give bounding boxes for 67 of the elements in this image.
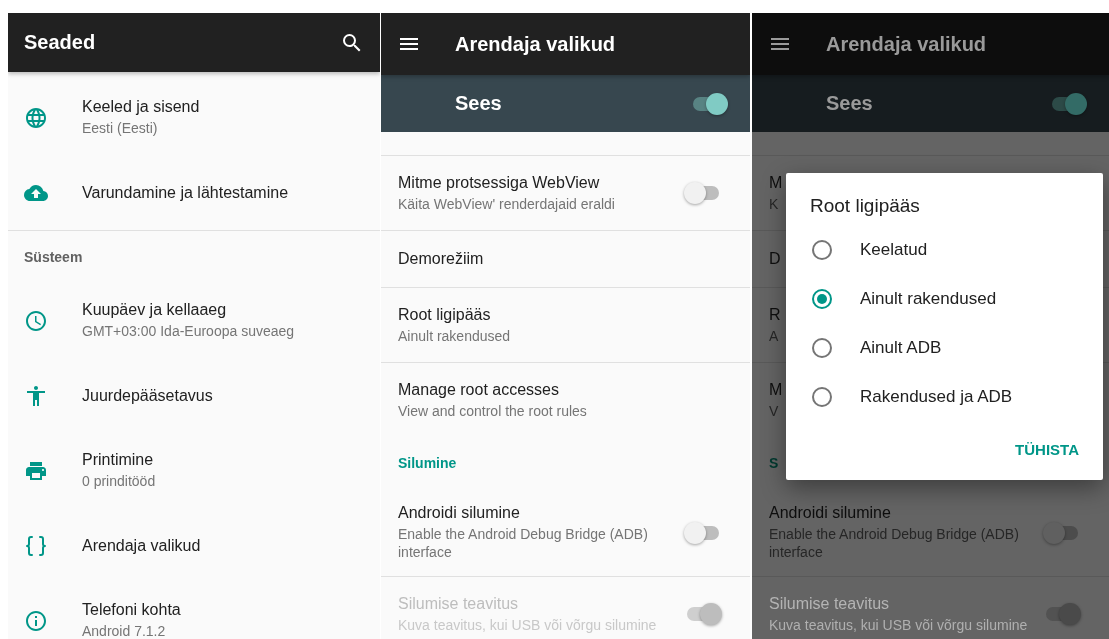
item-subtitle: Ainult rakendused bbox=[398, 326, 511, 345]
item-title: Mitme protsessiga WebView bbox=[398, 173, 600, 192]
master-switch-label: Sees bbox=[455, 92, 503, 115]
settings-item[interactable]: Androidi silumine Enable the Android Debug Bridge (ADB) interface bbox=[381, 489, 750, 576]
item-subtitle: V bbox=[769, 401, 779, 420]
item-title: Silumise teavitus bbox=[769, 594, 890, 613]
settings-item[interactable]: Telefoni kohta Android 7.1.2 bbox=[8, 583, 380, 639]
radio-button[interactable] bbox=[812, 239, 832, 260]
settings-item[interactable]: Demorežiim bbox=[381, 230, 750, 287]
item-subtitle: Enable the Android Debug Bridge (ADB) interface bbox=[398, 525, 649, 561]
radio-button[interactable] bbox=[812, 386, 832, 407]
settings-item[interactable]: Manage root accesses View and control the root rules bbox=[381, 362, 750, 437]
cancel-button[interactable]: TÜHISTA bbox=[1007, 435, 1087, 464]
item-title: Root ligipääs bbox=[398, 305, 491, 324]
item-title: Manage root accesses bbox=[398, 380, 559, 399]
item-title: Silumise teavitus bbox=[398, 594, 519, 613]
item-subtitle: View and control the root rules bbox=[398, 401, 587, 420]
item-title: Keeled ja sisend bbox=[82, 98, 200, 116]
item-title: Demorežiim bbox=[398, 250, 484, 268]
braces-icon bbox=[24, 533, 48, 558]
master-switch-label: Sees bbox=[826, 92, 874, 115]
settings-item[interactable]: Printimine 0 prinditööd bbox=[8, 433, 380, 508]
item-title: Telefoni kohta bbox=[82, 601, 181, 619]
item-title: M bbox=[769, 173, 783, 192]
item-title: Androidi silumine bbox=[769, 504, 891, 522]
item-subtitle: K bbox=[769, 194, 779, 213]
item-subtitle: 0 prinditööd bbox=[82, 472, 156, 490]
screen-title: Seaded bbox=[24, 31, 97, 54]
settings-item[interactable]: Root ligipääs Ainult rakendused bbox=[381, 287, 750, 362]
option-label: Ainult rakendused bbox=[860, 288, 997, 309]
screen-title: Arendaja valikud bbox=[826, 32, 988, 56]
option-label: Keelatud bbox=[860, 239, 928, 260]
section-header: S bbox=[769, 455, 779, 471]
item-title: R bbox=[769, 305, 781, 324]
item-title: D bbox=[769, 250, 781, 268]
item-subtitle: Android 7.1.2 bbox=[82, 622, 166, 639]
dialog-title: Root ligipääs bbox=[809, 195, 921, 217]
radio-button[interactable] bbox=[812, 337, 832, 358]
option-label: Rakendused ja ADB bbox=[860, 386, 1013, 407]
item-title: Juurdepääsetavus bbox=[82, 386, 213, 405]
section-header: Silumine bbox=[398, 455, 457, 471]
option-label: Ainult ADB bbox=[860, 337, 942, 358]
screen-title: Arendaja valikud bbox=[455, 32, 617, 56]
settings-item[interactable]: Varundamine ja lähtestamine bbox=[8, 155, 380, 230]
item-title: M bbox=[769, 380, 783, 399]
radio-button[interactable] bbox=[812, 288, 832, 309]
settings-item[interactable]: Mitme protsessiga WebView Käita WebView' renderdajaid eraldi bbox=[381, 155, 750, 230]
item-subtitle: A bbox=[769, 326, 779, 345]
item-subtitle: Eesti (Eesti) bbox=[82, 119, 158, 137]
item-subtitle: Kuva teavitus, kui USB või võrgu silumine bbox=[769, 615, 1028, 634]
item-title: Arendaja valikud bbox=[82, 536, 201, 555]
settings-item[interactable]: Arendaja valikud bbox=[8, 508, 380, 583]
clock-icon bbox=[24, 308, 48, 333]
globe-icon bbox=[24, 105, 48, 130]
settings-item[interactable]: Keeled ja sisend Eesti (Eesti) bbox=[8, 80, 380, 155]
item-subtitle: Enable the Android Debug Bridge (ADB) interface bbox=[769, 525, 1020, 561]
info-icon bbox=[24, 608, 48, 633]
item-title: Androidi silumine bbox=[398, 504, 520, 522]
item-subtitle: Käita WebView' renderdajaid eraldi bbox=[398, 194, 615, 213]
person-icon bbox=[24, 383, 48, 408]
section-header: Süsteem bbox=[24, 249, 83, 265]
item-title: Printimine bbox=[82, 451, 154, 469]
item-subtitle: GMT+03:00 Ida-Euroopa suveaeg bbox=[82, 322, 295, 340]
item-title: Varundamine ja lähtestamine bbox=[82, 183, 289, 202]
settings-item[interactable]: Juurdepääsetavus bbox=[8, 358, 380, 433]
item-title: Kuupäev ja kellaaeg bbox=[82, 301, 227, 319]
settings-item[interactable]: Kuupäev ja kellaaeg GMT+03:00 Ida-Euroopa suveaeg bbox=[8, 283, 380, 358]
